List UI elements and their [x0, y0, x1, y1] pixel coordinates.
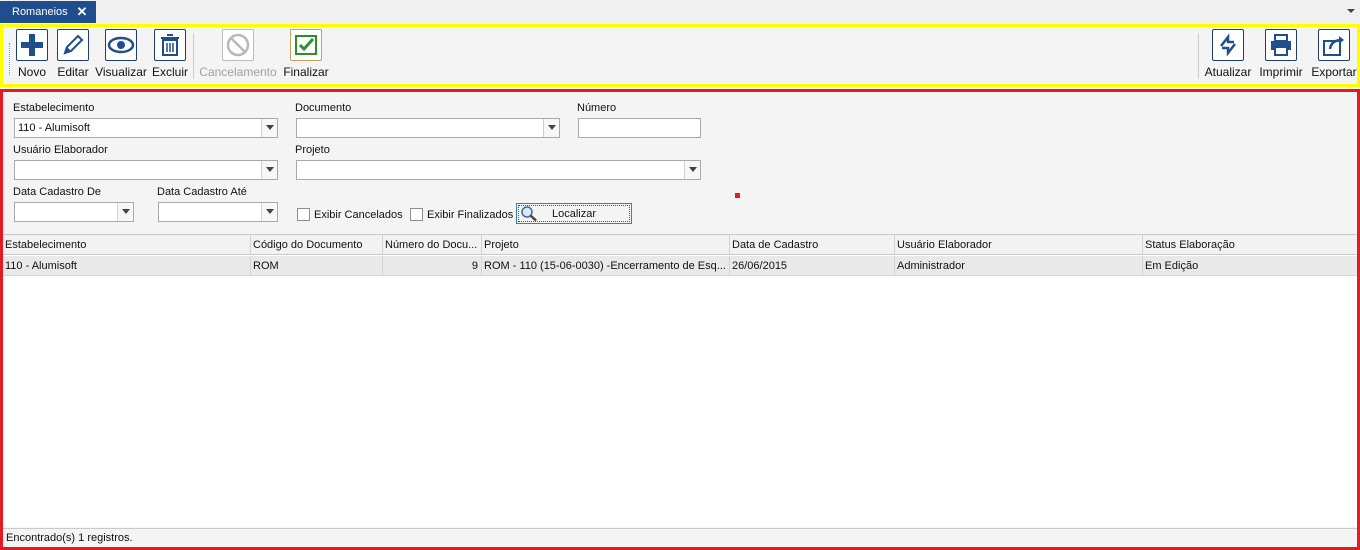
toolbar-separator-right	[1198, 33, 1199, 79]
documento-label: Documento	[295, 102, 352, 114]
cell-usuario-elaborador: Administrador	[895, 256, 1143, 276]
excluir-button[interactable]: Excluir	[151, 29, 189, 84]
cell-projeto: ROM - 110 (15-06-0030) -Encerramento de …	[482, 256, 730, 276]
column-header-estabelecimento[interactable]: Estabelecimento	[3, 235, 251, 255]
chevron-down-icon[interactable]	[1346, 6, 1356, 16]
excluir-label: Excluir	[151, 65, 188, 79]
data-cadastro-ate-label: Data Cadastro Até	[157, 186, 247, 198]
exportar-button[interactable]: Exportar	[1310, 29, 1358, 84]
exportar-label: Exportar	[1311, 65, 1357, 79]
column-header-status-elaboracao[interactable]: Status Elaboração	[1143, 235, 1357, 255]
eye-icon	[105, 29, 137, 61]
exibir-finalizados-label: Exibir Finalizados	[427, 208, 514, 221]
usuario-elaborador-select[interactable]	[14, 160, 278, 180]
estabelecimento-select[interactable]: 110 - Alumisoft	[14, 118, 278, 138]
data-cadastro-de-label: Data Cadastro De	[13, 186, 102, 198]
estabelecimento-value: 110 - Alumisoft	[18, 122, 90, 134]
editar-label: Editar	[57, 65, 89, 79]
numero-input[interactable]	[578, 118, 701, 138]
export-icon	[1318, 29, 1350, 61]
status-bar: Encontrado(s) 1 registros.	[3, 528, 1357, 547]
imprimir-button[interactable]: Imprimir	[1256, 29, 1306, 84]
checkbox-check-icon	[290, 29, 322, 61]
chevron-down-icon[interactable]	[261, 119, 277, 137]
novo-label: Novo	[17, 65, 46, 79]
cell-numero-documento: 9	[383, 256, 482, 276]
exibir-cancelados-label: Exibir Cancelados	[314, 208, 403, 221]
printer-icon	[1265, 29, 1297, 61]
exibir-finalizados-checkbox[interactable]: Exibir Finalizados	[410, 208, 513, 221]
visualizar-button[interactable]: Visualizar	[95, 29, 147, 84]
search-icon	[521, 206, 537, 222]
tab-title: Romaneios	[12, 6, 68, 18]
atualizar-button[interactable]: Atualizar	[1204, 29, 1252, 84]
tab-strip: Romaneios ✕	[0, 0, 1360, 24]
column-header-data-cadastro[interactable]: Data de Cadastro	[730, 235, 895, 255]
marker	[735, 193, 740, 198]
data-cadastro-ate-picker[interactable]	[158, 202, 278, 222]
chevron-down-icon[interactable]	[261, 161, 277, 179]
toolbar-separator	[193, 33, 194, 79]
projeto-select[interactable]	[296, 160, 701, 180]
novo-button[interactable]: Novo	[15, 29, 49, 84]
plus-icon	[16, 29, 48, 61]
editar-button[interactable]: Editar	[55, 29, 91, 84]
documento-select[interactable]	[296, 118, 560, 138]
column-header-numero-documento[interactable]: Número do Docu...	[383, 235, 482, 255]
data-cadastro-de-picker[interactable]	[14, 202, 134, 222]
exibir-cancelados-checkbox[interactable]: Exibir Cancelados	[297, 208, 403, 221]
cell-data-cadastro: 26/06/2015	[730, 256, 895, 276]
cancelamento-label: Cancelamento	[199, 65, 277, 79]
atualizar-label: Atualizar	[1204, 65, 1252, 79]
column-header-usuario-elaborador[interactable]: Usuário Elaborador	[895, 235, 1143, 255]
column-header-codigo-documento[interactable]: Código do Documento	[251, 235, 383, 255]
table-row[interactable]: 110 - Alumisoft ROM 9 ROM - 110 (15-06-0…	[3, 256, 1357, 276]
results-grid: Estabelecimento Código do Documento Núme…	[3, 234, 1357, 527]
refresh-icon	[1212, 29, 1244, 61]
content-panel: Estabelecimento 110 - Alumisoft Document…	[0, 89, 1360, 550]
projeto-label: Projeto	[295, 144, 330, 156]
usuario-elaborador-label: Usuário Elaborador	[13, 144, 108, 156]
close-icon[interactable]: ✕	[76, 5, 88, 19]
toolbar: Novo Editar Visualizar Excluir Cancelame…	[0, 24, 1360, 87]
localizar-label: Localizar	[551, 207, 597, 220]
chevron-down-icon[interactable]	[117, 203, 133, 221]
numero-label: Número	[577, 102, 617, 114]
finalizar-button[interactable]: Finalizar	[283, 29, 329, 84]
chevron-down-icon[interactable]	[261, 203, 277, 221]
localizar-button[interactable]: Localizar	[516, 203, 632, 224]
cancel-icon	[222, 29, 254, 61]
cell-status-elaboracao: Em Edição	[1145, 260, 1199, 272]
cell-codigo-documento: ROM	[251, 256, 383, 276]
visualizar-label: Visualizar	[95, 65, 147, 79]
chevron-down-icon[interactable]	[543, 119, 559, 137]
imprimir-label: Imprimir	[1259, 65, 1303, 79]
checkbox-box[interactable]	[410, 208, 423, 221]
chevron-down-icon[interactable]	[684, 161, 700, 179]
toolbar-grip	[9, 43, 11, 75]
pencil-icon	[57, 29, 89, 61]
estabelecimento-label: Estabelecimento	[13, 102, 95, 114]
cancelamento-button[interactable]: Cancelamento	[199, 29, 277, 84]
trash-icon	[154, 29, 186, 61]
cell-estabelecimento: 110 - Alumisoft	[3, 256, 251, 276]
finalizar-label: Finalizar	[283, 65, 329, 79]
checkbox-box[interactable]	[297, 208, 310, 221]
tab-romaneios[interactable]: Romaneios ✕	[0, 1, 96, 23]
column-header-projeto[interactable]: Projeto	[482, 235, 730, 255]
grid-header: Estabelecimento Código do Documento Núme…	[3, 235, 1357, 255]
